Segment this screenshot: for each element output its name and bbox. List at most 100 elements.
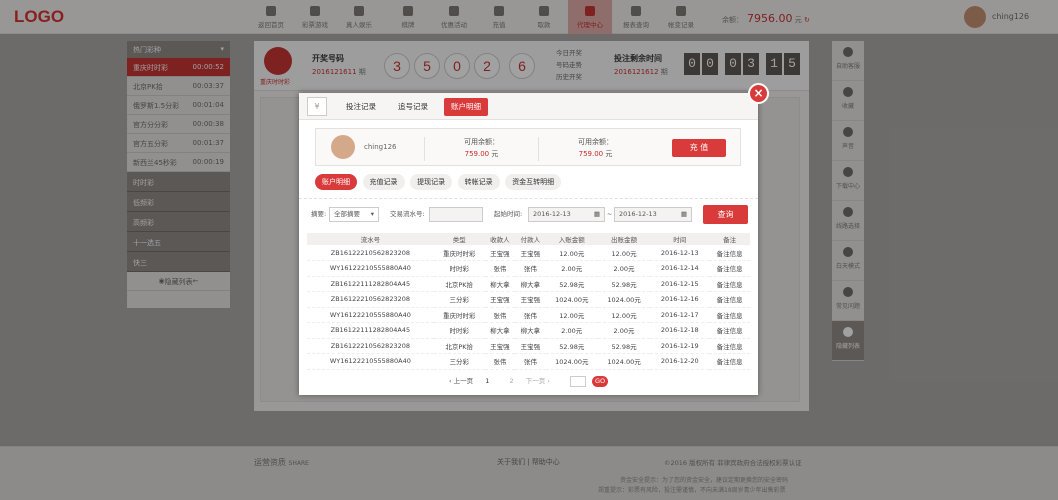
summary-select[interactable]: 全部摘要 ▾ bbox=[329, 207, 379, 222]
column-header: 收款人 bbox=[484, 233, 516, 245]
subtab-withdraw-records[interactable]: 提现记录 bbox=[410, 174, 453, 190]
account-summary: ching126 可用余额： 759.00 元 可用余额： 759.00 元 充 值 bbox=[315, 128, 741, 166]
avatar bbox=[331, 135, 355, 159]
table-cell: 三分彩 bbox=[433, 291, 485, 308]
table-cell: 2016-12-15 bbox=[650, 276, 710, 292]
subtab-deposit-records[interactable]: 充值记录 bbox=[362, 174, 405, 190]
tab-chase-records[interactable]: 追号记录 bbox=[391, 98, 435, 116]
tab-account-details[interactable]: 账户明细 bbox=[444, 98, 488, 116]
table-cell: 12.00元 bbox=[597, 245, 651, 261]
table-cell: 柳大拿 bbox=[515, 276, 546, 292]
table-cell: 柳大拿 bbox=[515, 322, 546, 339]
column-header: 入账金额 bbox=[545, 233, 598, 245]
prev-page-button[interactable]: ‹ 上一页 bbox=[449, 377, 473, 385]
records-table: 流水号 类型 收款人 付款人 入账金额 出账金额 时间 备注 ZB16122210562823… bbox=[307, 233, 750, 370]
table-cell: 2016-12-19 bbox=[650, 338, 710, 354]
modal-header: ¥ 投注记录 追号记录 账户明细 bbox=[299, 93, 758, 120]
column-header: 类型 bbox=[433, 233, 485, 245]
table-cell: 2.00元 bbox=[545, 322, 598, 339]
table-cell: 1024.00元 bbox=[545, 353, 598, 370]
table-cell: 2.00元 bbox=[597, 322, 651, 339]
table-row[interactable]: WY16122210555880A40 三分彩 张伟 张伟 1024.00元 1024.0… bbox=[307, 353, 750, 370]
table-cell: 张伟 bbox=[484, 353, 516, 370]
chevron-down-icon: ▾ bbox=[370, 210, 374, 218]
table-cell: 备注信息 bbox=[709, 307, 750, 323]
table-cell: 2016-12-20 bbox=[650, 353, 710, 370]
table-cell: 重庆时时彩 bbox=[433, 245, 485, 261]
column-header: 备注 bbox=[709, 233, 750, 245]
calendar-icon: ▦ bbox=[680, 210, 687, 218]
table-cell: ZB16122210562823208 bbox=[307, 245, 434, 261]
table-cell: 备注信息 bbox=[709, 276, 750, 292]
table-cell: 时时彩 bbox=[433, 322, 485, 339]
table-cell: 2016-12-13 bbox=[650, 245, 710, 261]
recharge-button[interactable]: 充 值 bbox=[672, 139, 726, 157]
date-label: 起始时间: bbox=[494, 210, 523, 218]
subtab-fund-transfer[interactable]: 资金互转明细 bbox=[505, 174, 562, 190]
calendar-icon: ▦ bbox=[593, 210, 600, 218]
table-row[interactable]: ZB16122210562823208 北京PK拾 王宝强 王宝强 52.98元 52.9… bbox=[307, 338, 750, 354]
table-cell: WY16122210555880A40 bbox=[307, 353, 434, 370]
table-cell: 52.98元 bbox=[597, 276, 651, 292]
table-cell: 备注信息 bbox=[709, 260, 750, 277]
table-cell: 三分彩 bbox=[433, 353, 485, 370]
go-button[interactable]: GO bbox=[592, 376, 609, 387]
table-cell: 柳大拿 bbox=[484, 322, 516, 339]
divider bbox=[299, 198, 758, 199]
date-from-input[interactable]: 2016-12-13 ▦ bbox=[528, 207, 605, 222]
table-cell: 备注信息 bbox=[709, 338, 750, 354]
table-cell: ZB16122111282804A45 bbox=[307, 322, 434, 339]
txn-input[interactable] bbox=[429, 207, 483, 222]
table-cell: 张伟 bbox=[484, 260, 516, 277]
wallet-icon: ¥ bbox=[307, 97, 327, 116]
query-button[interactable]: 查询 bbox=[703, 205, 748, 224]
page-1[interactable]: 1 bbox=[485, 377, 489, 385]
pagination: ‹ 上一页 1 2 下一页 › GO bbox=[449, 375, 609, 387]
subtab-account-details[interactable]: 账户明细 bbox=[315, 174, 357, 190]
column-header: 时间 bbox=[650, 233, 710, 245]
table-cell: 2.00元 bbox=[597, 260, 651, 277]
txn-label: 交易流水号: bbox=[390, 210, 425, 218]
table-row[interactable]: WY16122210555880A40 时时彩 张伟 张伟 2.00元 2.00元 2016… bbox=[307, 260, 750, 277]
page-2[interactable]: 2 bbox=[509, 377, 513, 385]
table-cell: 柳大拿 bbox=[484, 276, 516, 292]
page-jump-input[interactable] bbox=[569, 375, 586, 387]
table-cell: 1024.00元 bbox=[545, 291, 598, 308]
table-cell: 王宝强 bbox=[515, 245, 546, 261]
date-separator: ~ bbox=[607, 210, 613, 218]
table-header: 流水号 类型 收款人 付款人 入账金额 出账金额 时间 备注 bbox=[307, 233, 750, 245]
table-cell: 2016-12-14 bbox=[650, 260, 710, 277]
table-cell: WY16122210555880A40 bbox=[307, 307, 434, 323]
table-row[interactable]: ZB16122111282804A45 时时彩 柳大拿 柳大拿 2.00元 2.00元 20… bbox=[307, 322, 750, 339]
table-cell: 张伟 bbox=[515, 260, 546, 277]
table-cell: 王宝强 bbox=[484, 338, 516, 354]
table-cell: 备注信息 bbox=[709, 291, 750, 308]
table-cell: ZB16122210562823208 bbox=[307, 338, 434, 354]
subtab-transfer-records[interactable]: 转帐记录 bbox=[457, 174, 500, 190]
table-row[interactable]: WY16122210555880A40 重庆时时彩 张伟 张伟 12.00元 12.00元… bbox=[307, 307, 750, 323]
table-row[interactable]: ZB16122111282804A45 北京PK拾 柳大拿 柳大拿 52.98元 52.9… bbox=[307, 276, 750, 292]
table-cell: WY16122210555880A40 bbox=[307, 260, 434, 277]
table-cell: 52.98元 bbox=[597, 338, 651, 354]
table-cell: 张伟 bbox=[484, 307, 516, 323]
records-modal: ¥ 投注记录 追号记录 账户明细 × ching126 可用余额： 759.00 … bbox=[299, 83, 769, 395]
account-name: ching126 bbox=[364, 143, 397, 151]
next-page-button[interactable]: 下一页 › bbox=[526, 377, 550, 385]
table-cell: 王宝强 bbox=[515, 338, 546, 354]
table-row[interactable]: ZB16122210562823208 三分彩 王宝强 王宝强 1024.00元 1024… bbox=[307, 291, 750, 308]
date-to-input[interactable]: 2016-12-13 ▦ bbox=[614, 207, 692, 222]
column-header: 出账金额 bbox=[597, 233, 651, 245]
column-header: 付款人 bbox=[515, 233, 546, 245]
table-cell: ZB16122210562823208 bbox=[307, 291, 434, 308]
table-cell: 备注信息 bbox=[709, 322, 750, 339]
close-button[interactable]: × bbox=[748, 83, 769, 104]
tab-bet-records[interactable]: 投注记录 bbox=[339, 98, 383, 116]
table-cell: 2016-12-16 bbox=[650, 291, 710, 308]
table-cell: 2016-12-18 bbox=[650, 322, 710, 339]
table-cell: 张伟 bbox=[515, 307, 546, 323]
table-cell: 北京PK拾 bbox=[433, 338, 485, 354]
table-cell: 备注信息 bbox=[709, 245, 750, 261]
table-row[interactable]: ZB16122210562823208 重庆时时彩 王宝强 王宝强 12.00元 12.0… bbox=[307, 245, 750, 261]
table-cell: 王宝强 bbox=[515, 291, 546, 308]
sub-tabs: 账户明细 充值记录 提现记录 转帐记录 资金互转明细 bbox=[315, 174, 564, 192]
